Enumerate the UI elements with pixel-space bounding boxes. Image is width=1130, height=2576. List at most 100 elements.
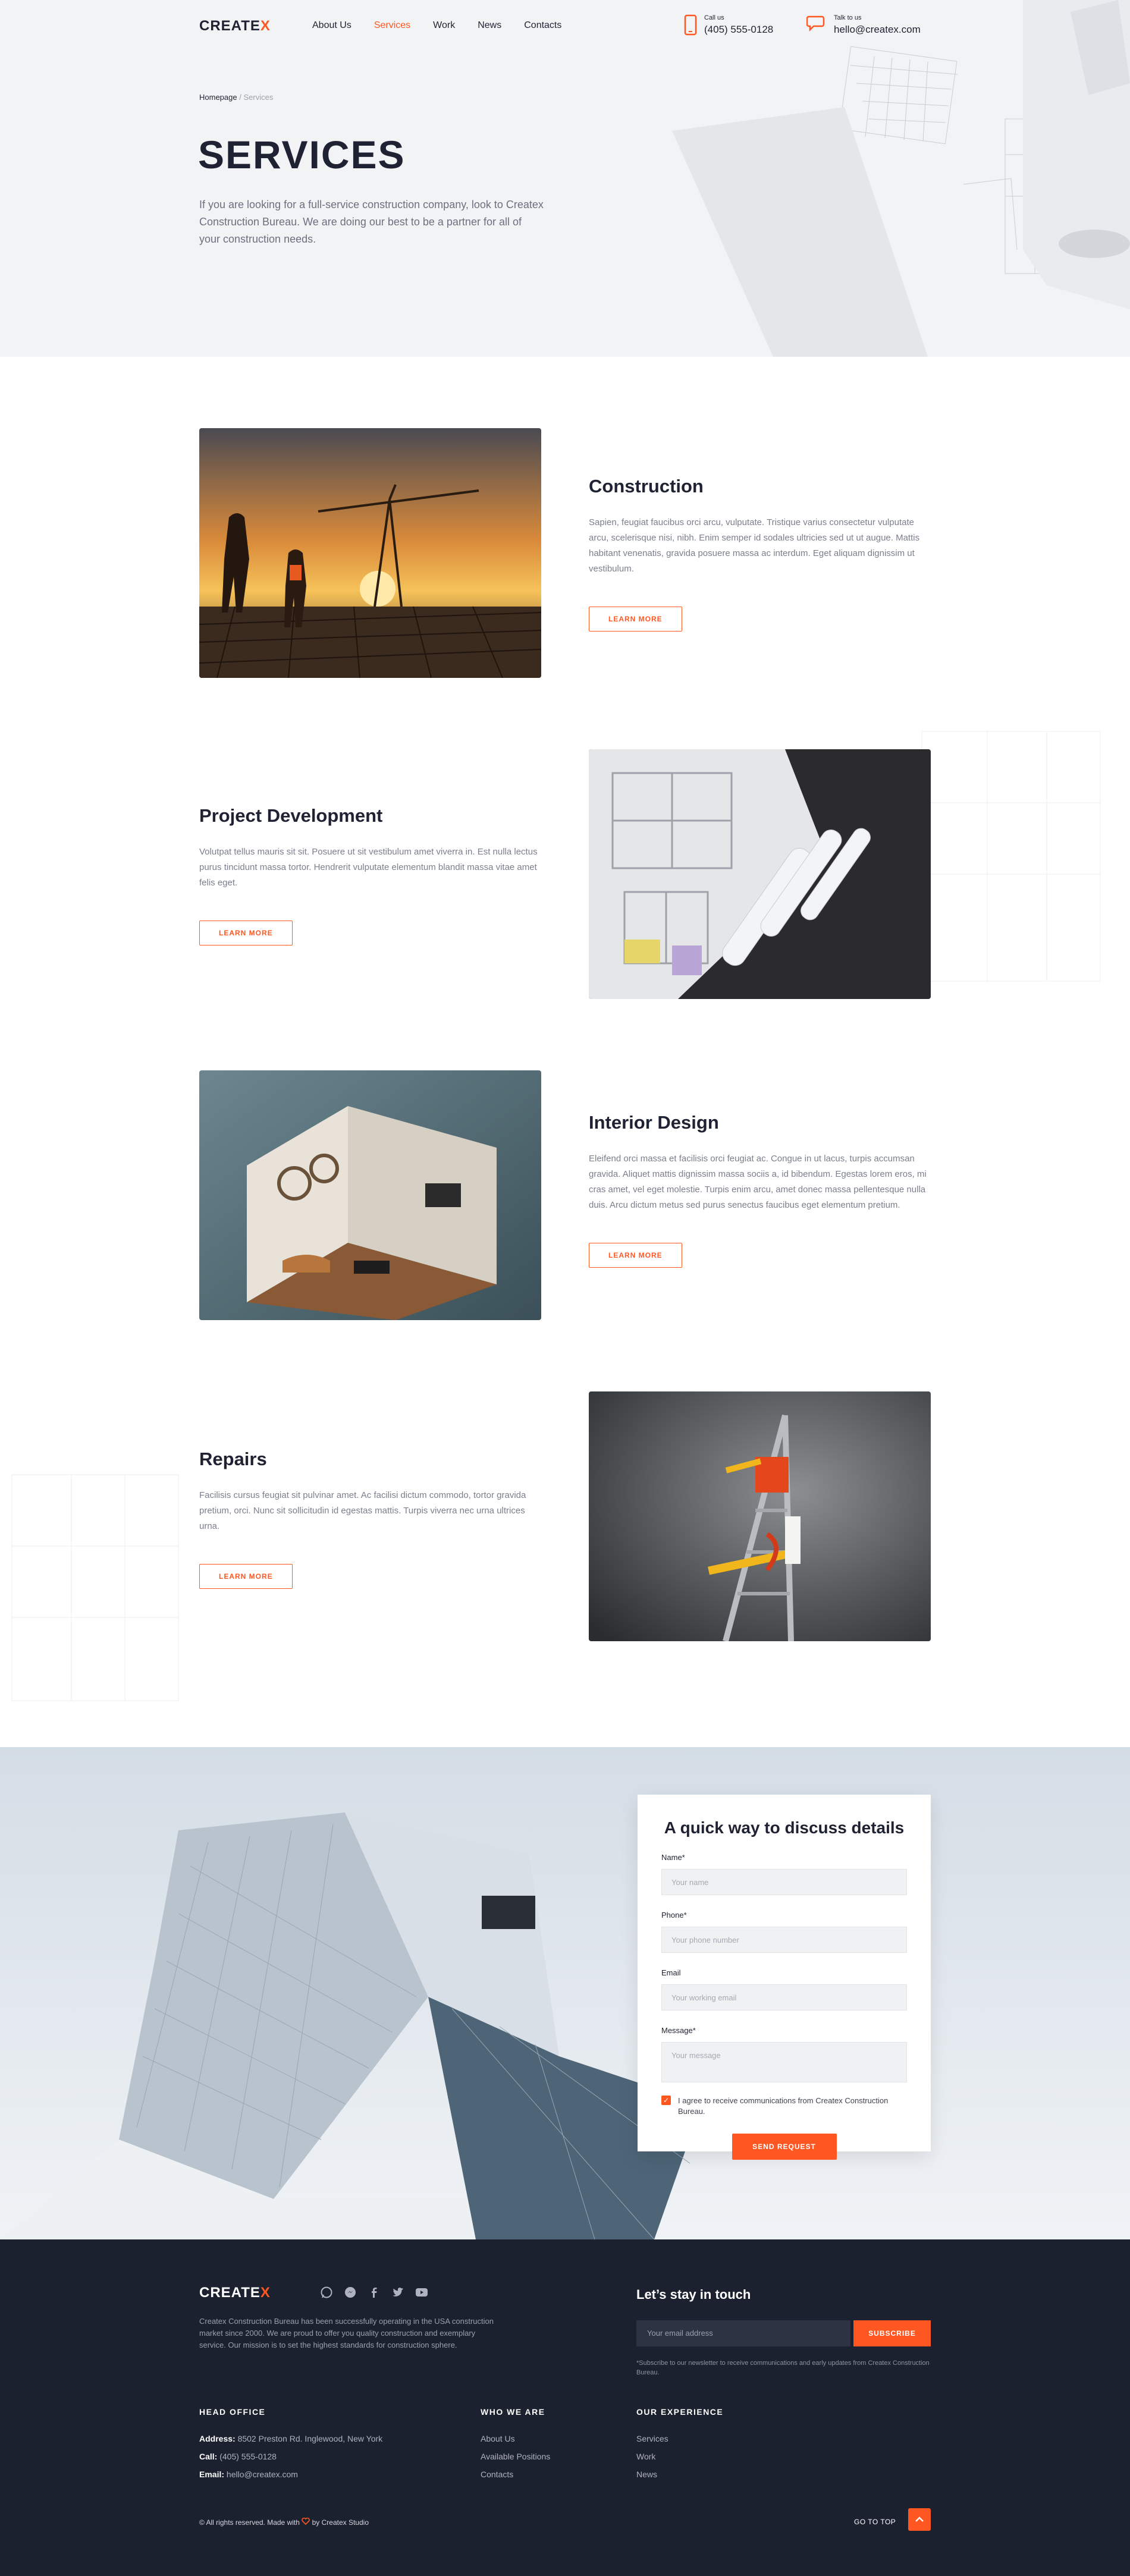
- nav-services[interactable]: Services: [374, 20, 410, 31]
- footer-description: Createx Construction Bureau has been suc…: [199, 2317, 494, 2349]
- logo-mark: X: [260, 2285, 271, 2301]
- newsletter-email-input[interactable]: Your email address: [636, 2320, 850, 2346]
- footer-link-news[interactable]: News: [636, 2465, 723, 2483]
- service-project-development: Project Development Volutpat tellus maur…: [199, 805, 541, 945]
- our-experience: OUR EXPERIENCE Services Work News: [636, 2407, 723, 2483]
- address-label: Address:: [199, 2434, 236, 2443]
- breadcrumb-current: Services: [243, 93, 274, 102]
- facebook-icon[interactable]: [368, 2286, 381, 2299]
- nav-about-us[interactable]: About Us: [312, 20, 351, 31]
- footer-link-services[interactable]: Services: [636, 2430, 723, 2448]
- email-label: Email:: [199, 2470, 225, 2479]
- go-to-top-button[interactable]: [908, 2508, 931, 2531]
- main-nav: About Us Services Work News Contacts: [312, 20, 561, 31]
- twitter-icon[interactable]: [391, 2286, 404, 2299]
- who-we-are: WHO WE ARE About Us Available Positions …: [481, 2407, 550, 2483]
- learn-more-button[interactable]: LEARN MORE: [199, 1564, 293, 1589]
- service-title: Project Development: [199, 805, 383, 826]
- logo[interactable]: CREATEX: [199, 18, 271, 34]
- copyright: © All rights reserved. Made with by Crea…: [199, 2517, 369, 2527]
- page-title: SERVICES: [198, 133, 406, 177]
- service-text: Facilisis cursus feugiat sit pulvinar am…: [199, 1490, 526, 1531]
- nav-contacts[interactable]: Contacts: [524, 20, 561, 31]
- call-value: (405) 555-0128: [704, 24, 774, 35]
- service-repairs: Repairs Facilisis cursus feugiat sit pul…: [199, 1449, 541, 1589]
- go-to-top-label[interactable]: GO TO TOP: [854, 2518, 896, 2526]
- email-value[interactable]: hello@createx.com: [227, 2470, 298, 2479]
- repairs-image: [589, 1391, 931, 1641]
- nav-work[interactable]: Work: [433, 20, 455, 31]
- header-talk[interactable]: Talk to us hello@createx.com: [806, 14, 921, 36]
- talk-value: hello@createx.com: [834, 24, 921, 35]
- email-input[interactable]: Your working email: [661, 1984, 907, 2010]
- social-links: [320, 2286, 428, 2299]
- message-label: Message*: [661, 2026, 696, 2035]
- footer-logo[interactable]: CREATEX: [199, 2285, 271, 2301]
- service-title: Construction: [589, 476, 704, 497]
- whatsapp-icon[interactable]: [320, 2286, 333, 2299]
- learn-more-button[interactable]: LEARN MORE: [199, 921, 293, 945]
- office-call: Call: (405) 555-0128: [199, 2448, 382, 2465]
- phone-input[interactable]: Your phone number: [661, 1927, 907, 1953]
- service-interior-design: Interior Design Eleifend orci massa et f…: [589, 1112, 931, 1268]
- newsletter-note: *Subscribe to our newsletter to receive …: [636, 2360, 930, 2376]
- blueprint-background: [672, 0, 1130, 357]
- breadcrumb-separator: /: [239, 93, 241, 102]
- learn-more-button[interactable]: LEARN MORE: [589, 1243, 682, 1268]
- chat-icon: [806, 15, 825, 32]
- service-title: Repairs: [199, 1449, 267, 1469]
- heart-icon: [302, 2517, 310, 2525]
- email-label: Email: [661, 1968, 681, 1977]
- head-office-title: HEAD OFFICE: [199, 2407, 266, 2417]
- name-input[interactable]: Your name: [661, 1869, 907, 1895]
- consent-text: I agree to receive communications from C…: [678, 2096, 889, 2116]
- learn-more-button[interactable]: LEARN MORE: [589, 607, 682, 632]
- hero-section: CREATEX About Us Services Work News Cont…: [0, 0, 1130, 357]
- service-text: Sapien, feugiat faucibus orci arcu, vulp…: [589, 517, 920, 574]
- youtube-icon[interactable]: [415, 2286, 428, 2299]
- name-label: Name*: [661, 1853, 685, 1862]
- office-address: Address: 8502 Preston Rd. Inglewood, New…: [199, 2430, 382, 2448]
- logo-mark: X: [260, 18, 271, 34]
- nav-news[interactable]: News: [478, 20, 501, 31]
- messenger-icon[interactable]: [344, 2286, 357, 2299]
- building-image: [0, 1747, 1130, 2239]
- header-call[interactable]: Call us (405) 555-0128: [684, 14, 773, 36]
- consent-row: ✓ I agree to receive communications from…: [661, 2096, 907, 2117]
- who-title: WHO WE ARE: [481, 2407, 545, 2417]
- footer-link-available-positions[interactable]: Available Positions: [481, 2448, 550, 2465]
- call-label: Call:: [199, 2452, 218, 2461]
- breadcrumb-home[interactable]: Homepage: [199, 93, 237, 102]
- project-development-image: [589, 749, 931, 999]
- address-value: 8502 Preston Rd. Inglewood, New York: [237, 2434, 383, 2443]
- call-label: Call us: [704, 14, 724, 21]
- footer-link-about-us[interactable]: About Us: [481, 2430, 550, 2448]
- office-email: Email: hello@createx.com: [199, 2465, 382, 2483]
- copyright-pre: © All rights reserved. Made with: [199, 2518, 300, 2527]
- logo-text: CREATE: [199, 18, 260, 34]
- service-construction: Construction Sapien, feugiat faucibus or…: [589, 476, 931, 632]
- service-text: Volutpat tellus mauris sit sit. Posuere …: [199, 847, 538, 888]
- head-office: HEAD OFFICE Address: 8502 Preston Rd. In…: [199, 2407, 382, 2483]
- chevron-up-icon: [915, 2517, 924, 2522]
- contact-form: A quick way to discuss details Name* You…: [638, 1795, 931, 2160]
- phone-icon: [684, 14, 697, 36]
- form-title: A quick way to discuss details: [664, 1818, 905, 1837]
- hero-description: If you are looking for a full-service co…: [199, 199, 544, 245]
- footer-link-work[interactable]: Work: [636, 2448, 723, 2465]
- contact-section: A quick way to discuss details Name* You…: [0, 1747, 1130, 2239]
- newsletter-title: Let’s stay in touch: [636, 2287, 751, 2302]
- interior-design-image: [199, 1070, 541, 1320]
- consent-checkbox[interactable]: ✓: [661, 2096, 671, 2105]
- copyright-post: by Createx Studio: [312, 2518, 369, 2527]
- subscribe-button[interactable]: SUBSCRIBE: [853, 2320, 931, 2346]
- breadcrumb: Homepage / Services: [199, 93, 273, 102]
- message-textarea[interactable]: Your message: [661, 2042, 907, 2082]
- call-value[interactable]: (405) 555-0128: [219, 2452, 277, 2461]
- phone-label: Phone*: [661, 1911, 687, 1920]
- send-request-button[interactable]: SEND REQUEST: [732, 2134, 837, 2160]
- service-title: Interior Design: [589, 1112, 719, 1133]
- logo-text: CREATE: [199, 2285, 260, 2301]
- footer: CREATEX Createx Construction Bureau has …: [0, 2239, 1130, 2576]
- footer-link-contacts[interactable]: Contacts: [481, 2465, 550, 2483]
